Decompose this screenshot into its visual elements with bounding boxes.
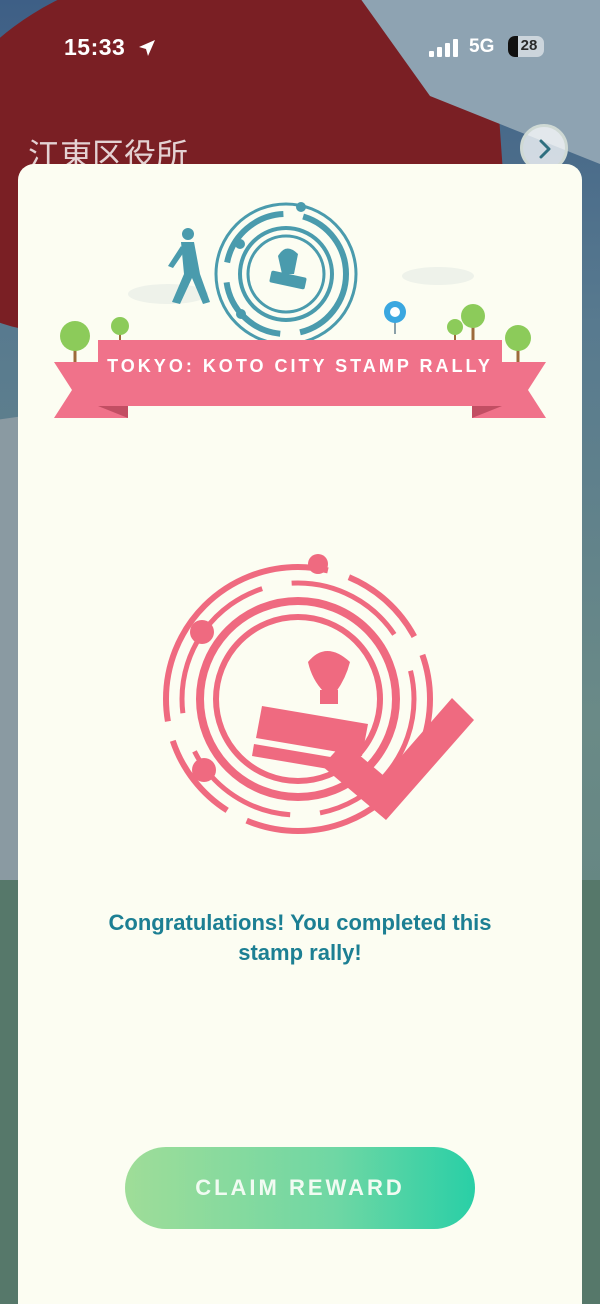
chevron-right-icon: [539, 139, 551, 159]
battery-level: 28: [520, 37, 538, 54]
completed-stamp-icon: [163, 554, 474, 834]
pokestop-icon: [384, 301, 406, 334]
claim-reward-button[interactable]: CLAIM REWARD: [125, 1147, 475, 1229]
battery-icon: 28: [508, 36, 544, 57]
network-type: 5G: [469, 36, 495, 57]
status-time: 15:33: [64, 34, 126, 60]
rally-banner-illustration: [54, 202, 546, 418]
completion-message: Congratulations! You completed this stam…: [108, 910, 492, 965]
rally-title: TOKYO: KOTO CITY STAMP RALLY: [107, 356, 493, 376]
location-arrow-icon: [139, 40, 155, 56]
tree-icon: [60, 321, 90, 364]
ribbon: [54, 340, 546, 418]
status-bar: 15:33 5G 28: [0, 0, 600, 96]
signal-bars-icon: [429, 39, 458, 57]
claim-reward-label: CLAIM REWARD: [195, 1175, 405, 1200]
stamp-rally-card: TOKYO: KOTO CITY STAMP RALLY Congratulat…: [18, 164, 582, 1304]
